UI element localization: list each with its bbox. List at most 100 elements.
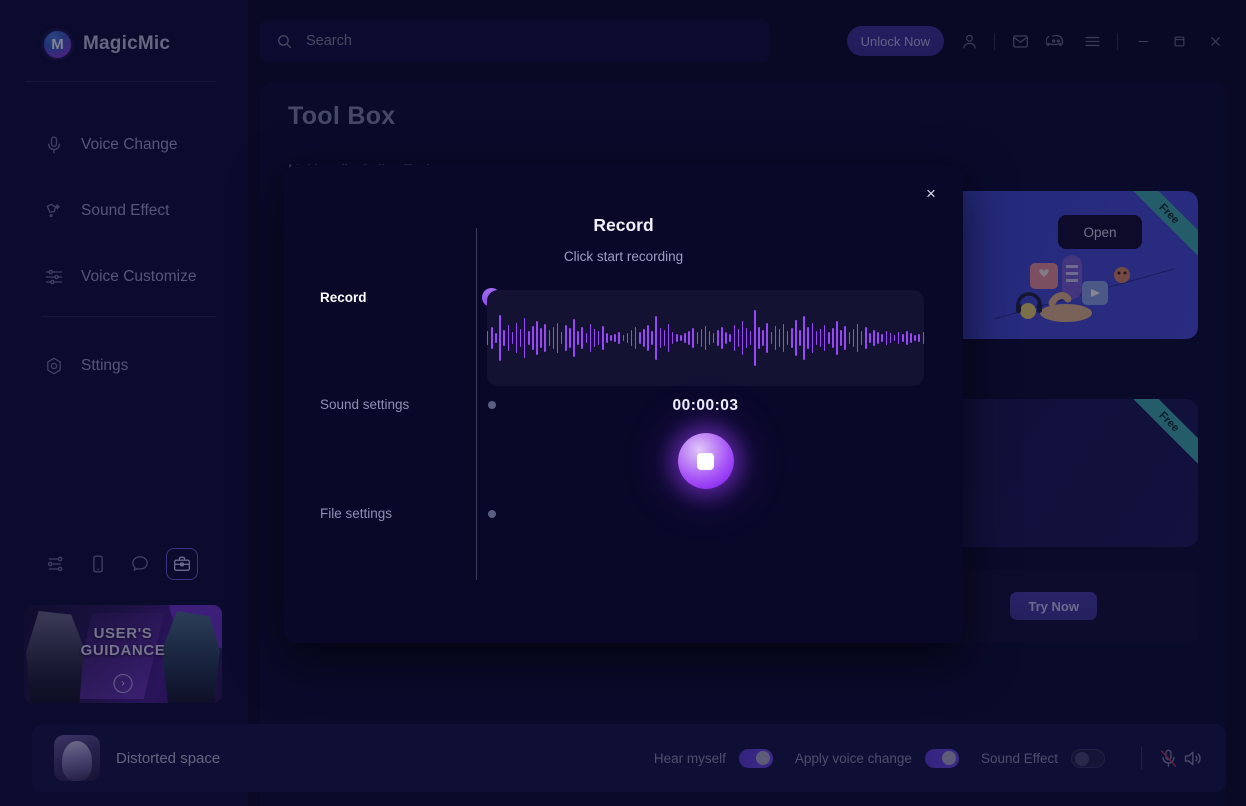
waveform-bar (696, 332, 699, 344)
step-label: File settings (320, 506, 393, 521)
waveform-bar (602, 326, 604, 350)
step-label: Sound settings (320, 397, 410, 412)
waveform-bars (487, 290, 924, 386)
waveform-bar (647, 325, 649, 351)
waveform-bar (684, 333, 686, 343)
waveform-bar (758, 327, 760, 349)
waveform-bar (581, 327, 583, 349)
app-window: M MagicMic Voice Change Sound Effect Voi… (0, 0, 1246, 806)
step-indicator: Record 1 Sound settings File settings (320, 220, 501, 580)
waveform-bar (889, 333, 892, 343)
waveform-bar (487, 331, 489, 345)
waveform-bar (885, 331, 888, 345)
waveform-bar (507, 325, 510, 351)
waveform-bar (622, 335, 625, 341)
waveform-bar (680, 335, 682, 341)
record-timer: 00:00:03 (672, 397, 739, 414)
waveform-bar (840, 330, 842, 346)
waveform-bar (618, 332, 620, 344)
waveform-bar (815, 331, 818, 345)
waveform-bar (700, 329, 703, 347)
waveform-bar (725, 332, 727, 344)
waveform-bar (692, 328, 694, 348)
waveform-bar (675, 334, 678, 342)
waveform-bar (577, 331, 579, 345)
waveform-bar (597, 331, 600, 345)
step-label: Record (320, 290, 367, 305)
waveform-bar (717, 330, 719, 346)
waveform-bar (499, 315, 501, 361)
waveform-bar (503, 330, 505, 346)
waveform-panel (487, 290, 924, 386)
waveform-bar (766, 323, 768, 353)
step-sound-settings[interactable]: Sound settings (320, 397, 496, 412)
waveform-bar (712, 333, 715, 343)
waveform-bar (663, 330, 666, 346)
waveform-bar (811, 323, 814, 353)
waveform-bar (828, 332, 830, 344)
waveform-bar (737, 329, 740, 347)
waveform-bar (511, 332, 514, 344)
waveform-bar (914, 335, 916, 341)
waveform-bar (906, 331, 908, 345)
waveform-bar (630, 330, 633, 346)
waveform-bar (643, 329, 645, 347)
step-record[interactable]: Record 1 (320, 288, 501, 307)
waveform-bar (807, 327, 809, 349)
waveform-bar (852, 329, 855, 347)
waveform-bar (749, 331, 752, 345)
record-stop-button[interactable] (677, 433, 734, 489)
waveform-bar (778, 329, 781, 347)
record-button-wrap (487, 433, 924, 489)
waveform-bar (770, 332, 773, 344)
waveform-bar (910, 333, 912, 343)
waveform-bar (639, 332, 641, 344)
waveform-bar (869, 333, 871, 343)
waveform-bar (585, 333, 588, 343)
waveform-bar (902, 334, 904, 342)
waveform-bar (774, 326, 777, 350)
waveform-bar (671, 332, 674, 344)
close-icon[interactable]: × (920, 183, 942, 205)
waveform-bar (651, 331, 653, 345)
waveform-bar (844, 326, 846, 350)
waveform-bar (791, 328, 793, 348)
waveform-bar (799, 330, 801, 346)
waveform-bar (536, 321, 538, 355)
waveform-bar (803, 316, 805, 360)
waveform-bar (893, 335, 896, 341)
waveform-bar (881, 334, 883, 342)
waveform-bar (523, 318, 526, 358)
waveform-bar (795, 320, 797, 356)
waveform-bar (544, 324, 546, 352)
waveform-bar (819, 329, 822, 347)
waveform-bar (729, 334, 731, 342)
waveform-bar (754, 310, 756, 366)
waveform-bar (733, 325, 736, 351)
waveform-bar (540, 328, 542, 348)
waveform-bar (741, 321, 744, 355)
waveform-bar (593, 329, 596, 347)
waveform-bar (860, 331, 863, 345)
waveform-bar (865, 327, 867, 349)
waveform-bar (532, 326, 534, 350)
waveform-bar (589, 324, 592, 352)
waveform-bar (823, 325, 826, 351)
waveform-bar (569, 328, 571, 348)
waveform-bar (626, 333, 629, 343)
waveform-bar (659, 328, 662, 348)
waveform-bar (610, 335, 612, 341)
waveform-bar (856, 324, 859, 352)
waveform-bar (836, 321, 838, 355)
waveform-bar (519, 329, 522, 347)
waveform-bar (528, 331, 530, 345)
waveform-bar (634, 327, 637, 349)
waveform-bar (614, 334, 616, 342)
waveform-bar (688, 331, 690, 345)
step-file-settings[interactable]: File settings (320, 506, 496, 521)
waveform-bar (655, 316, 657, 360)
waveform-bar (560, 332, 563, 344)
waveform-bar (877, 332, 879, 344)
record-modal: × Record Click start recording Record 1 … (284, 165, 963, 643)
waveform-bar (745, 328, 748, 348)
